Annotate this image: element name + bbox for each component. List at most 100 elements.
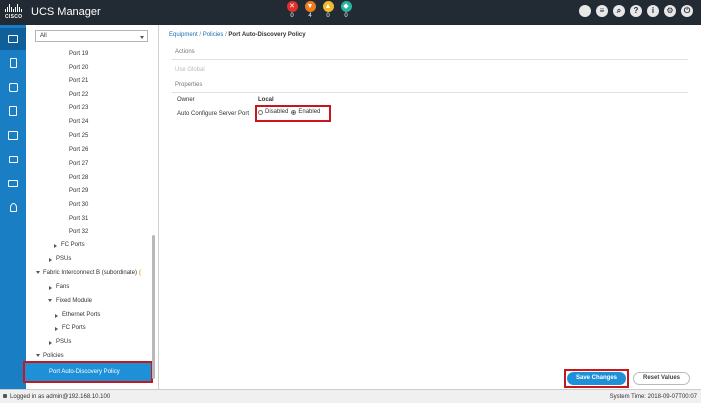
highlight-box-radio bbox=[255, 105, 331, 122]
tree-item-ethernet-ports[interactable]: Ethernet Ports bbox=[62, 312, 100, 318]
use-global-link[interactable]: Use Global bbox=[175, 67, 205, 73]
tree-item-port-20[interactable]: Port 20 bbox=[69, 65, 88, 71]
help-icon[interactable]: ? bbox=[630, 5, 642, 17]
nav-san[interactable] bbox=[0, 100, 26, 122]
cisco-logo: CISCO bbox=[5, 3, 24, 22]
auto-configure-label: Auto Configure Server Port bbox=[177, 111, 250, 117]
minor-fault-indicator[interactable]: ▲ 0 bbox=[320, 1, 336, 19]
lan-icon bbox=[8, 82, 18, 92]
fault-summary: ✕ 0 ▼ 4 ▲ 0 ◆ 0 bbox=[284, 1, 354, 19]
tree-item-fixed-module[interactable]: Fixed Module bbox=[56, 298, 92, 304]
tree-item-port-21[interactable]: Port 21 bbox=[69, 78, 88, 84]
breadcrumb-separator: / bbox=[225, 32, 227, 38]
warning-icon: ( bbox=[139, 270, 142, 276]
tree-item-port-22[interactable]: Port 22 bbox=[69, 92, 88, 98]
breadcrumb-separator: / bbox=[199, 32, 202, 38]
tree-item-psus[interactable]: PSUs bbox=[56, 256, 71, 262]
breadcrumb-policies[interactable]: Policies bbox=[203, 32, 224, 38]
tree-item-port-23[interactable]: Port 23 bbox=[69, 105, 88, 111]
warning-fault-count: 0 bbox=[344, 13, 348, 19]
warning-fault-indicator[interactable]: ◆ 0 bbox=[338, 1, 354, 19]
collapse-arrow-icon[interactable] bbox=[36, 354, 40, 357]
major-fault-count: 4 bbox=[308, 13, 312, 19]
nav-admin[interactable] bbox=[0, 196, 26, 218]
tree-item-port-31[interactable]: Port 31 bbox=[69, 216, 88, 222]
actions-divider bbox=[172, 59, 688, 60]
nav-equipment[interactable] bbox=[0, 28, 26, 50]
owner-label: Owner bbox=[177, 97, 195, 103]
nav-storage[interactable] bbox=[0, 148, 26, 170]
tree-item-port-19[interactable]: Port 19 bbox=[69, 51, 88, 57]
info-icon[interactable]: i bbox=[647, 5, 659, 17]
tree-item-fans[interactable]: Fans bbox=[56, 284, 69, 290]
storage-icon bbox=[8, 155, 18, 163]
login-status: Logged in as admin@192.168.10.100 bbox=[3, 394, 110, 400]
warning-fault-icon: ◆ bbox=[340, 1, 352, 12]
collapse-arrow-icon[interactable] bbox=[36, 271, 40, 274]
system-time: System Time: 2018-09-07T00:07 bbox=[609, 394, 697, 400]
minor-fault-icon: ▲ bbox=[322, 1, 334, 12]
tree-item-port-25[interactable]: Port 25 bbox=[69, 133, 88, 139]
top-bar: CISCO UCS Manager ✕ 0 ▼ 4 ▲ 0 ◆ 0 ≡ ⌕ ? … bbox=[0, 0, 701, 25]
reset-values-button[interactable]: Reset Values bbox=[633, 372, 690, 385]
properties-heading: Properties bbox=[175, 82, 203, 88]
nav-servers[interactable] bbox=[0, 52, 26, 74]
chevron-down-icon bbox=[140, 36, 144, 39]
tree-item-fc-ports-b[interactable]: FC Ports bbox=[62, 325, 86, 331]
cisco-wordmark: CISCO bbox=[5, 14, 23, 20]
tree-item-fabric-interconnect-b[interactable]: Fabric Interconnect B (subordinate)( bbox=[43, 270, 141, 276]
major-fault-indicator[interactable]: ▼ 4 bbox=[302, 1, 318, 19]
tree-item-fabric-interconnect-b-label: Fabric Interconnect B (subordinate) bbox=[43, 270, 138, 276]
breadcrumb-current: Port Auto-Discovery Policy bbox=[228, 32, 306, 38]
lock-icon bbox=[3, 394, 7, 398]
nav-vm[interactable] bbox=[0, 124, 26, 146]
tree-item-port-29[interactable]: Port 29 bbox=[69, 188, 88, 194]
tree-item-port-30[interactable]: Port 30 bbox=[69, 202, 88, 208]
admin-icon bbox=[9, 202, 17, 212]
tree-filter-value: All bbox=[40, 33, 47, 39]
collapse-arrow-icon[interactable] bbox=[48, 299, 52, 302]
highlight-box-save bbox=[564, 369, 629, 388]
chassis-icon bbox=[8, 179, 18, 187]
toolbar-icons: ≡ ⌕ ? i ⚙ ⏻ bbox=[579, 5, 693, 17]
properties-divider bbox=[172, 92, 688, 93]
actions-heading: Actions bbox=[175, 49, 195, 55]
expand-arrow-icon[interactable] bbox=[49, 341, 52, 345]
expand-arrow-icon[interactable] bbox=[49, 258, 52, 262]
nav-lan[interactable] bbox=[0, 76, 26, 98]
expand-arrow-icon[interactable] bbox=[55, 314, 58, 318]
nav-chassis[interactable] bbox=[0, 172, 26, 194]
critical-fault-indicator[interactable]: ✕ 0 bbox=[284, 1, 300, 19]
tree-item-port-26[interactable]: Port 26 bbox=[69, 147, 88, 153]
status-bar: Logged in as admin@192.168.10.100 System… bbox=[0, 389, 701, 403]
tree-filter-select[interactable]: All bbox=[35, 30, 148, 42]
app-title: UCS Manager bbox=[31, 6, 101, 18]
tree-item-port-28[interactable]: Port 28 bbox=[69, 175, 88, 181]
menu-icon[interactable]: ≡ bbox=[596, 5, 608, 17]
critical-fault-icon: ✕ bbox=[286, 1, 298, 12]
minor-fault-count: 0 bbox=[326, 13, 330, 19]
tree-item-port-24[interactable]: Port 24 bbox=[69, 119, 88, 125]
left-nav bbox=[0, 25, 26, 389]
tree-item-psus-b[interactable]: PSUs bbox=[56, 339, 71, 345]
servers-icon bbox=[9, 58, 17, 68]
tree-item-port-27[interactable]: Port 27 bbox=[69, 161, 88, 167]
owner-value: Local bbox=[258, 97, 274, 103]
vm-icon bbox=[8, 130, 18, 140]
tree-item-fc-ports[interactable]: FC Ports bbox=[61, 242, 85, 248]
san-icon bbox=[9, 106, 17, 116]
expand-arrow-icon[interactable] bbox=[49, 286, 52, 290]
status-icon[interactable] bbox=[579, 5, 591, 17]
settings-icon[interactable]: ⚙ bbox=[664, 5, 676, 17]
search-icon[interactable]: ⌕ bbox=[613, 5, 625, 17]
login-status-text: Logged in as admin@192.168.10.100 bbox=[10, 394, 111, 400]
tree-item-policies[interactable]: Policies bbox=[43, 353, 64, 359]
breadcrumb-equipment[interactable]: Equipment bbox=[169, 32, 198, 38]
tree-scrollbar[interactable] bbox=[152, 235, 155, 379]
breadcrumb: Equipment / Policies / Port Auto-Discove… bbox=[169, 32, 306, 38]
exit-icon[interactable]: ⏻ bbox=[681, 5, 693, 17]
expand-arrow-icon[interactable] bbox=[55, 327, 58, 331]
tree-item-port-32[interactable]: Port 32 bbox=[69, 229, 88, 235]
expand-arrow-icon[interactable] bbox=[54, 244, 57, 248]
highlight-box-tree bbox=[23, 361, 153, 383]
